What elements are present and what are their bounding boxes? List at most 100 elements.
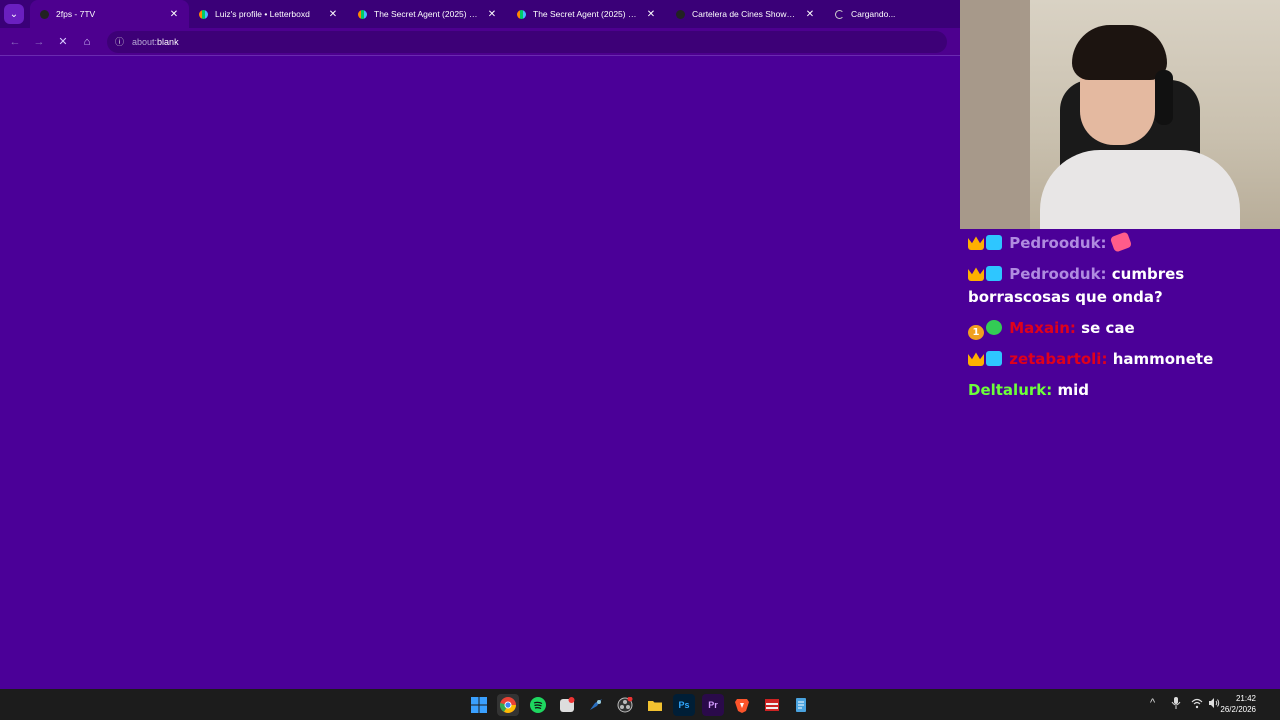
tab-2fps[interactable]: 2fps - 7TV ✕ — [30, 0, 189, 28]
close-tab-icon[interactable]: ✕ — [326, 9, 340, 20]
chat-username: Pedrooduk — [1009, 234, 1101, 252]
obs-icon — [617, 697, 633, 713]
number-one-badge-icon: 1 — [968, 325, 984, 340]
chat-username: zetabartoli — [1009, 350, 1102, 368]
chat-text: se cae — [1081, 319, 1135, 337]
chat-message: Deltalurk: mid — [968, 381, 1090, 399]
taskbar-notepad[interactable] — [790, 694, 812, 716]
taskbar-brave[interactable] — [731, 694, 753, 716]
taskbar-steam[interactable] — [585, 694, 607, 716]
tab-title: The Secret Agent (2025) directe — [533, 9, 640, 19]
letterboxd-favicon-icon — [199, 9, 208, 19]
chat-overlay: Pedrooduk: Pedrooduk: cumbres borrascosa… — [960, 229, 1280, 689]
start-button[interactable] — [468, 694, 490, 716]
tab-title: 2fps - 7TV — [56, 9, 96, 19]
chat-text: mid — [1057, 381, 1090, 399]
system-clock[interactable]: 21:42 26/2/2026 — [1220, 693, 1256, 715]
clock-date: 26/2/2026 — [1220, 705, 1256, 714]
crown-badge-icon — [968, 267, 984, 281]
close-tab-icon[interactable]: ✕ — [485, 9, 499, 20]
chevron-down-icon: ⌄ — [9, 8, 19, 20]
page-content — [0, 57, 960, 689]
windows-icon — [471, 697, 487, 713]
chat-message: zetabartoli: hammonete — [968, 348, 1272, 371]
taskbar-spotify[interactable] — [527, 694, 549, 716]
chat-text: hammonete — [1112, 350, 1214, 368]
chrome-icon — [500, 697, 516, 713]
address-bar[interactable]: ⓘ about: blank — [107, 30, 947, 53]
close-tab-icon[interactable]: ✕ — [803, 9, 817, 20]
taskbar-file-explorer[interactable] — [644, 694, 666, 716]
close-tab-icon[interactable]: ✕ — [167, 9, 181, 20]
home-button[interactable]: ⌂ — [75, 30, 99, 54]
headset — [1155, 70, 1173, 125]
webcam-overlay — [960, 0, 1280, 229]
chat-username: Maxain — [1009, 319, 1070, 337]
info-icon[interactable]: ⓘ — [115, 35, 124, 48]
tab-secret-agent-1[interactable]: The Secret Agent (2025) directe ✕ — [348, 0, 507, 28]
stop-button[interactable]: ✕ — [51, 30, 75, 54]
chat-message: Pedrooduk: cumbres borrascosas que onda? — [968, 265, 1185, 306]
clock-time: 21:42 — [1235, 694, 1256, 703]
letterboxd-favicon-icon — [358, 9, 367, 19]
sub-badge-icon — [986, 235, 1002, 250]
windows-taskbar: Ps Pr ^ 21:42 26/2/2026 — [0, 689, 1280, 720]
7tv-favicon-icon — [40, 9, 49, 19]
tab-title: Cartelera de Cines Showcase | I — [692, 9, 799, 19]
tab-showcase[interactable]: Cartelera de Cines Showcase | I ✕ — [666, 0, 825, 28]
heart-badge-icon — [986, 320, 1002, 335]
app-icon — [560, 697, 575, 712]
chat-username: Deltalurk — [968, 381, 1047, 399]
tab-secret-agent-2[interactable]: The Secret Agent (2025) directe ✕ — [507, 0, 666, 28]
brave-icon — [735, 699, 749, 713]
flower-emote-icon — [1109, 231, 1132, 253]
chat-username: Pedrooduk — [1009, 265, 1101, 283]
photoshop-icon: Ps — [678, 700, 690, 710]
spotify-icon — [530, 697, 546, 713]
arrow-right-icon: → — [33, 35, 45, 48]
speaker-icon[interactable] — [1208, 697, 1220, 712]
tab-strip: ⌄ 2fps - 7TV ✕ Luiz's profile • Letterbo… — [0, 0, 960, 28]
sub-badge-icon — [986, 266, 1002, 281]
chat-message: 1 Maxain: se cae — [968, 317, 1272, 340]
streamer-hair — [1072, 25, 1167, 80]
showcase-favicon-icon — [676, 9, 685, 19]
close-icon: ✕ — [58, 36, 68, 48]
premiere-icon: Pr — [708, 700, 718, 710]
tab-title: Luiz's profile • Letterboxd — [215, 9, 310, 19]
taskbar-voicemeeter[interactable] — [761, 694, 783, 716]
url-scheme: about: — [132, 36, 158, 47]
crown-badge-icon — [968, 236, 984, 250]
background-wall — [960, 0, 1030, 229]
streamer-body — [1040, 150, 1240, 229]
tab-title: Cargando... — [851, 9, 896, 19]
taskbar-photoshop[interactable]: Ps — [673, 694, 695, 716]
letterboxd-favicon-icon — [517, 9, 526, 19]
crown-badge-icon — [968, 352, 984, 366]
microphone-icon[interactable] — [1171, 697, 1181, 712]
loading-spinner-icon — [835, 9, 844, 19]
forward-button[interactable]: → — [27, 30, 51, 54]
tab-search-button[interactable]: ⌄ — [4, 4, 24, 24]
voicemeeter-icon — [765, 699, 779, 711]
taskbar-app-4[interactable] — [556, 694, 578, 716]
taskbar-premiere[interactable]: Pr — [702, 694, 724, 716]
folder-icon — [648, 701, 662, 711]
chat-message: Pedrooduk: — [968, 231, 1272, 255]
tab-letterboxd-profile[interactable]: Luiz's profile • Letterboxd ✕ — [189, 0, 348, 28]
sub-badge-icon — [986, 351, 1002, 366]
taskbar-obs[interactable] — [614, 694, 636, 716]
back-button[interactable]: ← — [3, 30, 27, 54]
notepad-icon — [796, 698, 806, 712]
url-path: blank — [157, 36, 179, 47]
wifi-icon[interactable] — [1191, 697, 1203, 712]
home-icon: ⌂ — [83, 35, 91, 48]
tab-title: The Secret Agent (2025) directe — [374, 9, 481, 19]
close-tab-icon[interactable]: ✕ — [644, 9, 658, 20]
tab-loading[interactable]: Cargando... — [825, 0, 955, 28]
browser-toolbar: ← → ✕ ⌂ ⓘ about: blank — [0, 28, 960, 56]
taskbar-chrome[interactable] — [497, 694, 519, 716]
steam-icon — [590, 699, 602, 710]
chevron-up-icon[interactable]: ^ — [1150, 697, 1155, 709]
arrow-left-icon: ← — [9, 35, 21, 48]
